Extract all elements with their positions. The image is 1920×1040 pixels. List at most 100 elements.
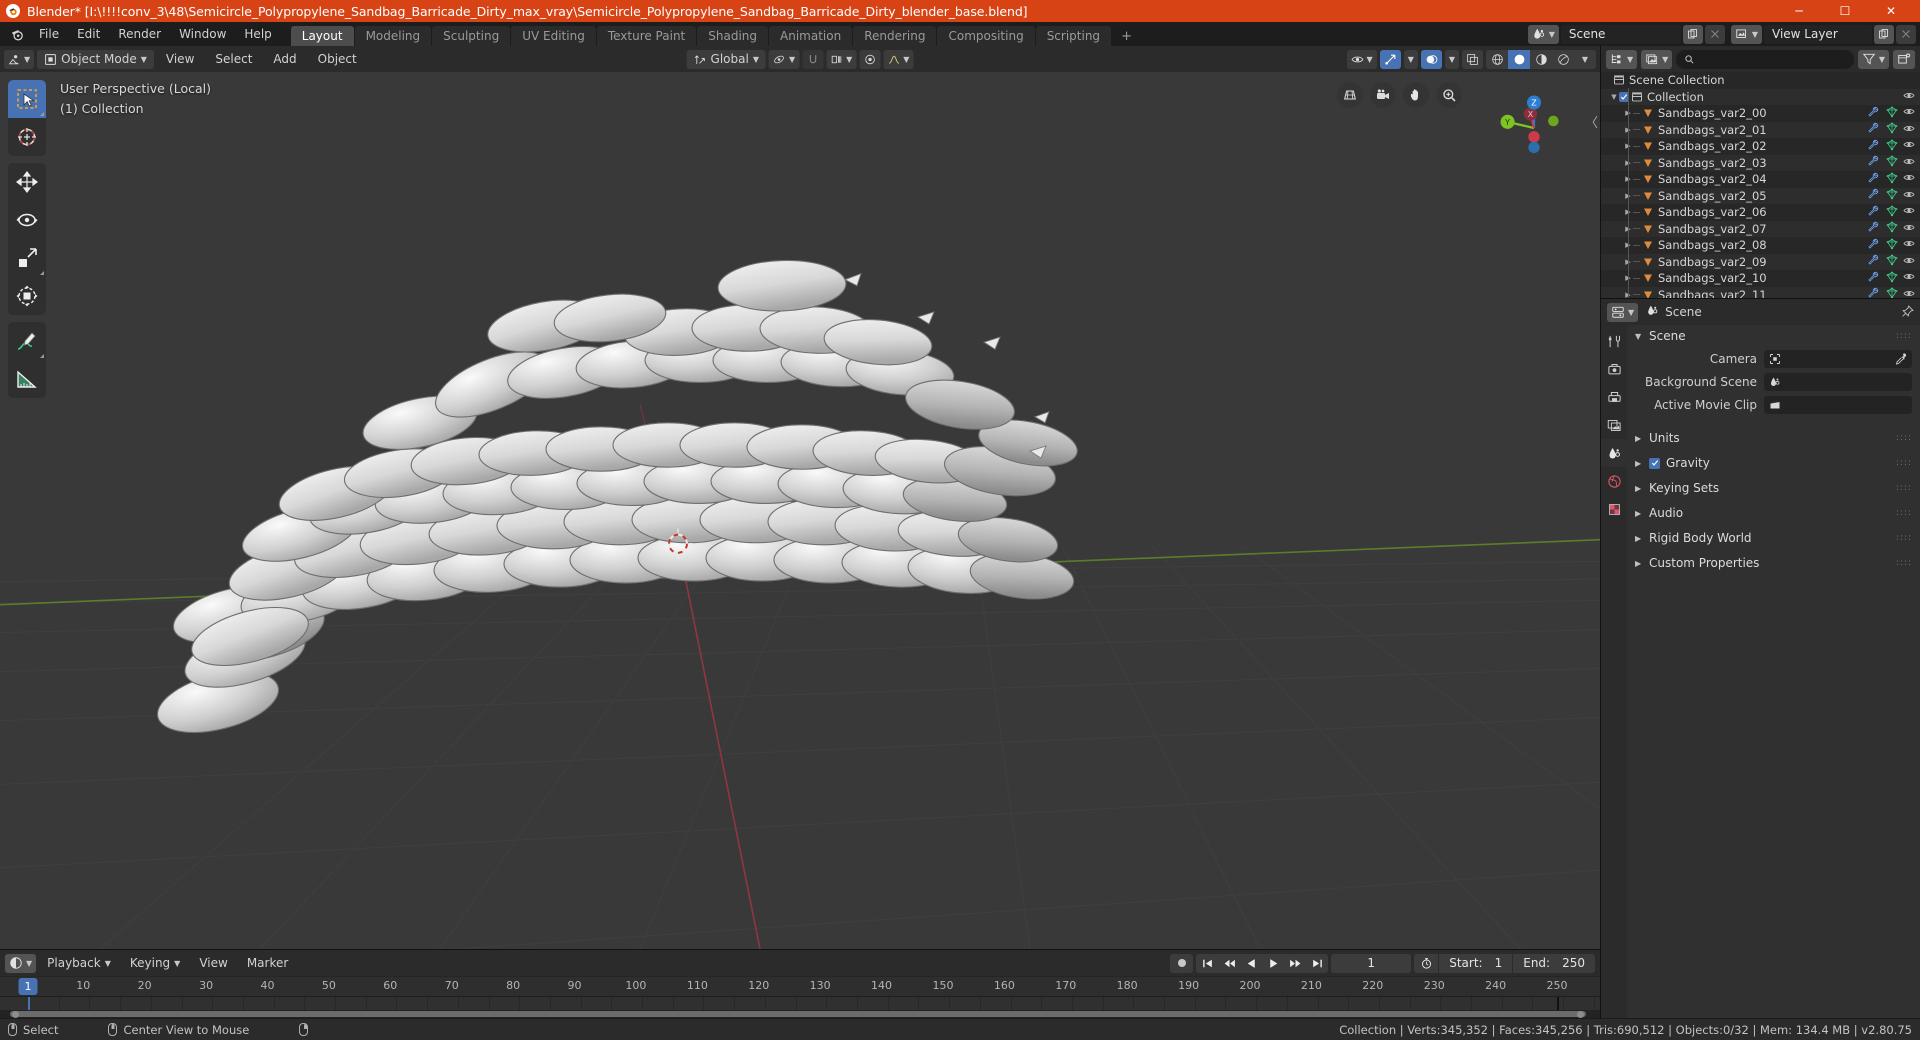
mesh-data-icon[interactable] [1886, 172, 1898, 187]
move-tool[interactable] [8, 163, 46, 201]
snap-toggle-icon[interactable] [802, 49, 824, 69]
mesh-data-icon[interactable] [1886, 271, 1898, 286]
eyedropper-icon[interactable] [1895, 350, 1907, 369]
end-frame-field[interactable]: End: 250 [1512, 953, 1595, 973]
panel-header-audio[interactable]: Audio:::: [1627, 502, 1920, 524]
mesh-data-icon[interactable] [1886, 287, 1898, 298]
delete-scene-button[interactable] [1704, 24, 1725, 44]
timeline-ruler[interactable]: 10 20 30 40 50 60 70 80 90 100 110 120 130 140 150 160 1… [0, 976, 1600, 996]
panel-triangle-icon[interactable] [1635, 534, 1643, 543]
panel-header-gravity[interactable]: Gravity:::: [1627, 452, 1920, 474]
panel-grip[interactable]: :::: [1896, 508, 1912, 517]
proportional-editing-toggle[interactable] [859, 49, 881, 69]
mesh-data-icon[interactable] [1886, 254, 1898, 269]
modifier-icon[interactable] [1867, 221, 1879, 236]
modifier-icon[interactable] [1867, 205, 1879, 220]
maximize-button[interactable]: ☐ [1822, 0, 1868, 22]
hide-in-viewport-icon[interactable] [1903, 155, 1915, 170]
play-reverse-icon[interactable] [1240, 954, 1262, 973]
outliner-display-mode-icon[interactable]: ▼ [1641, 49, 1673, 69]
scene-browse-icon[interactable]: ▼ [1527, 24, 1559, 44]
tab-view-layer[interactable] [1601, 411, 1627, 439]
current-frame-field[interactable]: 1 [1331, 953, 1412, 973]
playhead-label[interactable]: 1 [18, 978, 38, 995]
playhead[interactable] [28, 997, 30, 1010]
viewport-menu-view[interactable]: View [157, 50, 203, 69]
new-view-layer-button[interactable] [1874, 24, 1894, 44]
viewport-menu-add[interactable]: Add [264, 50, 305, 69]
show-overlays-toggle[interactable] [1420, 49, 1442, 69]
tab-sculpting[interactable]: Sculpting [432, 26, 511, 46]
transform-tool[interactable] [8, 277, 46, 315]
play-icon[interactable] [1262, 954, 1284, 973]
tab-scene[interactable] [1601, 439, 1627, 467]
jump-start-icon[interactable] [1196, 954, 1218, 973]
tab-texture-paint[interactable]: Texture Paint [596, 26, 697, 46]
pin-id-icon[interactable] [1901, 303, 1914, 322]
outliner-row-object[interactable]: ▶ Sandbags_var2_09 [1601, 253, 1920, 270]
hide-in-viewport-icon[interactable] [1903, 139, 1915, 154]
viewport-menu-object[interactable]: Object [309, 50, 366, 69]
panel-triangle-icon[interactable] [1635, 484, 1643, 493]
scene-name-field[interactable]: Scene [1560, 24, 1681, 44]
rotate-tool[interactable] [8, 201, 46, 239]
hide-in-viewport-icon[interactable] [1903, 221, 1915, 236]
tab-animation[interactable]: Animation [769, 26, 853, 46]
hide-in-viewport-icon[interactable] [1903, 254, 1915, 269]
mesh-data-icon[interactable] [1886, 106, 1898, 121]
property-field[interactable] [1764, 373, 1912, 391]
outliner-row-object[interactable]: ▶ Sandbags_var2_04 [1601, 171, 1920, 188]
modifier-icon[interactable] [1867, 122, 1879, 137]
view-layer-browse-icon[interactable]: ▼ [1730, 24, 1762, 44]
stopwatch-icon[interactable] [1414, 953, 1439, 973]
minimize-button[interactable]: ─ [1776, 0, 1822, 22]
solid-shading-button[interactable] [1508, 49, 1530, 69]
outliner-row-object[interactable]: ▶ Sandbags_var2_10 [1601, 270, 1920, 287]
modifier-icon[interactable] [1867, 106, 1879, 121]
menu-file[interactable]: File [30, 22, 68, 46]
menu-help[interactable]: Help [235, 22, 280, 46]
tab-world[interactable] [1601, 467, 1627, 495]
properties-panels[interactable]: Scene:::: Camera Background Scene Active… [1627, 325, 1920, 1018]
filter-icon[interactable]: ▼ [1857, 49, 1889, 69]
outliner-row-object[interactable]: ▶ Sandbags_var2_03 [1601, 154, 1920, 171]
tab-texture[interactable] [1601, 495, 1627, 523]
timeline-scrollbar-thumb[interactable] [10, 1011, 1586, 1017]
outliner-row-collection[interactable]: ▼ Collection [1601, 88, 1920, 105]
hide-in-viewport-icon[interactable] [1903, 238, 1915, 253]
timeline-menu-keying[interactable]: Keying ▼ [122, 954, 188, 973]
modifier-icon[interactable] [1867, 271, 1879, 286]
tab-tool[interactable] [1601, 327, 1627, 355]
collapse-triangle-icon[interactable]: ▼ [1609, 93, 1619, 101]
cursor-tool[interactable] [8, 118, 46, 156]
hide-in-viewport-icon[interactable] [1903, 205, 1915, 220]
tab-compositing[interactable]: Compositing [937, 26, 1035, 46]
outliner-row-object[interactable]: ▶ Sandbags_var2_02 [1601, 138, 1920, 155]
modifier-icon[interactable] [1867, 139, 1879, 154]
snap-target-selector[interactable]: ▼ [826, 49, 857, 69]
toggle-perspective-icon[interactable] [1337, 82, 1363, 108]
timeline-menu-playback[interactable]: Playback ▼ [39, 954, 119, 973]
start-frame-field[interactable]: Start: 1 [1438, 953, 1513, 973]
panel-grip[interactable]: :::: [1896, 483, 1912, 492]
timeline-editor-icon[interactable]: ▼ [5, 953, 37, 973]
mesh-data-icon[interactable] [1886, 122, 1898, 137]
outliner-row-object[interactable]: ▶ Sandbags_var2_01 [1601, 121, 1920, 138]
annotate-tool[interactable] [8, 322, 46, 360]
material-preview-button[interactable] [1530, 50, 1552, 69]
tab-render[interactable] [1601, 355, 1627, 383]
property-field[interactable] [1764, 350, 1912, 368]
viewport-menu-select[interactable]: Select [206, 50, 261, 69]
outliner-row-object[interactable]: ▶ Sandbags_var2_11 [1601, 286, 1920, 298]
zoom-view-icon[interactable] [1436, 82, 1462, 108]
timeline-menu-view[interactable]: View [191, 954, 235, 973]
jump-end-icon[interactable] [1306, 954, 1328, 973]
panel-triangle-icon[interactable] [1635, 559, 1643, 568]
panel-triangle-icon[interactable] [1635, 459, 1643, 468]
panel-grip[interactable]: :::: [1896, 331, 1912, 340]
pivot-point-selector[interactable]: ▼ [768, 49, 800, 69]
camera-view-icon[interactable] [1370, 82, 1396, 108]
prev-keyframe-icon[interactable] [1218, 954, 1240, 973]
gizmo-options-chevron[interactable]: ▼ [1403, 49, 1418, 69]
outliner-row-scene-collection[interactable]: Scene Collection [1601, 72, 1920, 89]
